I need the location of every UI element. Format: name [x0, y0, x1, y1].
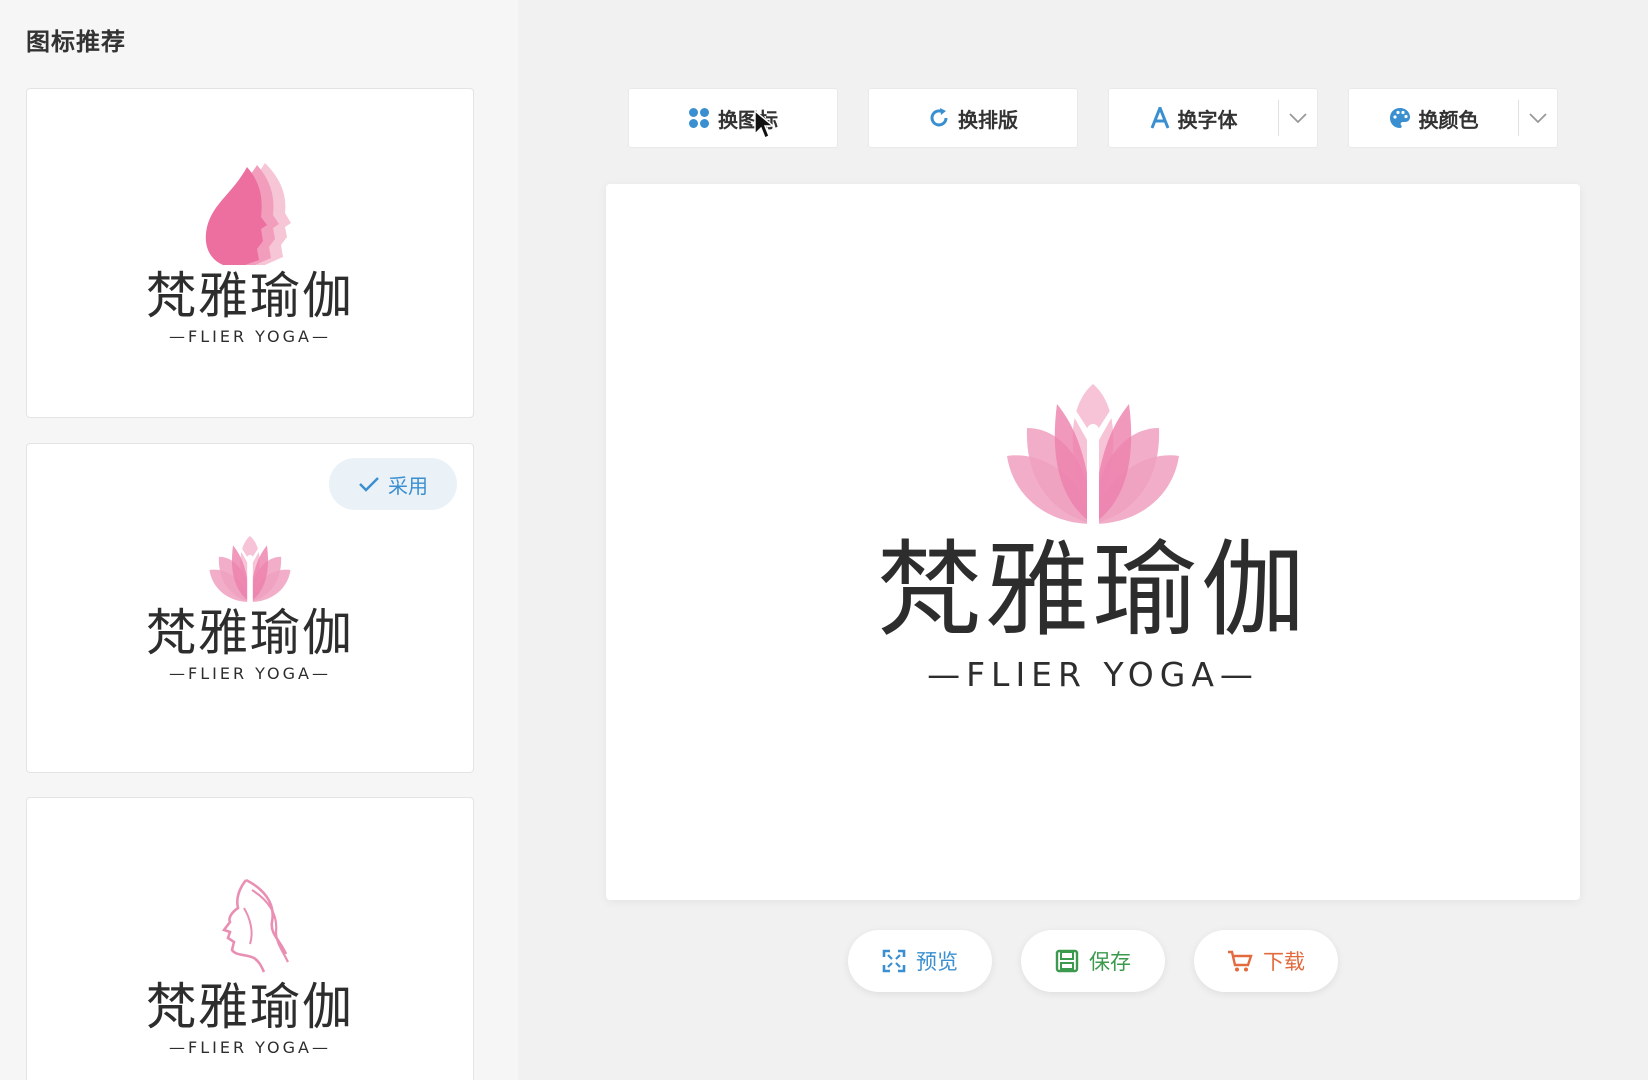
brand-name-en: —FLIER YOGA—	[169, 327, 331, 346]
font-dropdown-toggle[interactable]	[1279, 89, 1317, 147]
adopt-label: 采用	[388, 473, 428, 498]
fullscreen-icon	[882, 949, 906, 973]
brand-name-cn: 梵雅瑜伽	[146, 978, 354, 1036]
logo-card-3[interactable]: 梵雅瑜伽 —FLIER YOGA—	[26, 797, 474, 1080]
download-label: 下载	[1263, 950, 1305, 974]
face-silhouette-icon	[205, 163, 291, 265]
change-layout-button[interactable]: 换排版	[868, 88, 1078, 148]
preview-label: 预览	[916, 950, 958, 974]
brand-name-cn: 梵雅瑜伽	[146, 267, 354, 325]
logo-canvas[interactable]: 梵雅瑜伽 —FLIER YOGA—	[606, 184, 1580, 900]
change-color-label: 换颜色	[1418, 107, 1479, 132]
change-font-label: 换字体	[1177, 107, 1238, 132]
brand-name-en: —FLIER YOGA—	[927, 655, 1259, 694]
change-color-button[interactable]: 换颜色	[1348, 88, 1558, 148]
change-font-button[interactable]: 换字体	[1108, 88, 1318, 148]
change-icon-button[interactable]: 换图标	[628, 88, 838, 148]
face-line-art-icon	[221, 878, 289, 973]
floppy-disk-icon	[1055, 949, 1079, 973]
lotus-figure-icon	[209, 536, 291, 602]
preview-button[interactable]: 预览	[848, 930, 992, 992]
sidebar-title: 图标推荐	[26, 28, 126, 56]
font-icon	[1150, 107, 1169, 129]
brand-name-cn: 梵雅瑜伽	[876, 529, 1309, 651]
shopping-cart-icon	[1228, 950, 1253, 972]
color-dropdown-toggle[interactable]	[1519, 89, 1557, 147]
save-button[interactable]: 保存	[1021, 930, 1165, 992]
apps-icon	[689, 108, 709, 128]
mouse-cursor-icon	[754, 110, 774, 139]
save-label: 保存	[1089, 950, 1131, 974]
check-icon	[359, 477, 379, 492]
brand-name-en: —FLIER YOGA—	[169, 1038, 331, 1057]
logo-card-1[interactable]: 梵雅瑜伽 —FLIER YOGA—	[26, 88, 474, 418]
sidebar: 图标推荐 梵雅瑜伽 —FLIER YOGA— 采用 梵雅瑜伽 —FLIER YO…	[0, 0, 518, 1080]
chevron-down-icon	[1529, 113, 1547, 123]
brand-name-en: —FLIER YOGA—	[169, 664, 331, 683]
adopt-button[interactable]: 采用	[329, 458, 457, 510]
change-layout-label: 换排版	[958, 107, 1018, 132]
lotus-figure-icon	[1007, 384, 1179, 524]
brand-name-cn: 梵雅瑜伽	[146, 604, 354, 662]
chevron-down-icon	[1289, 113, 1307, 123]
refresh-icon	[930, 108, 948, 127]
palette-icon	[1389, 108, 1410, 128]
logo-card-2[interactable]: 采用 梵雅瑜伽 —FLIER YOGA—	[26, 443, 474, 773]
download-button[interactable]: 下载	[1194, 930, 1338, 992]
